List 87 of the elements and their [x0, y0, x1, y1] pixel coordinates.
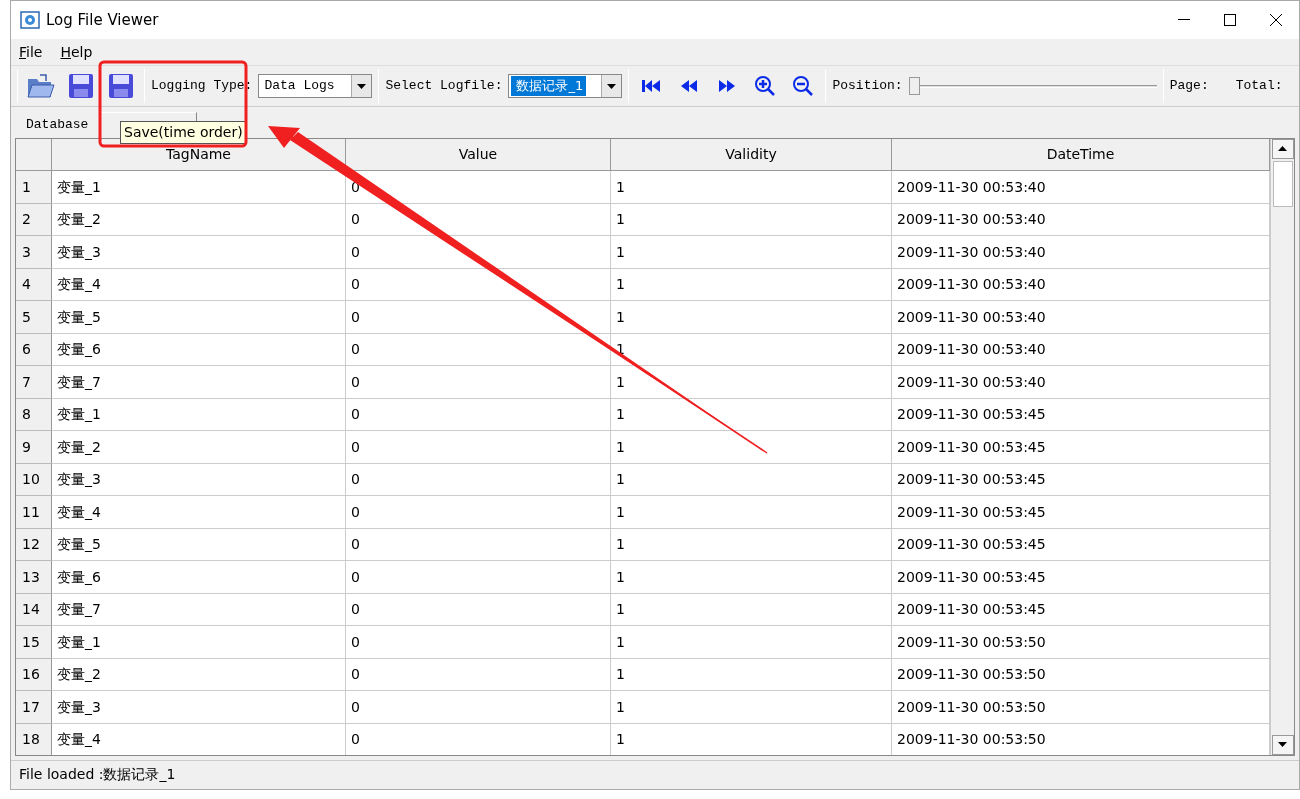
- row-number: 1: [16, 171, 52, 204]
- table-cell: 变量_1: [52, 398, 346, 432]
- select-logfile-label: Select Logfile:: [385, 77, 503, 96]
- table-cell: 2009-11-30 00:53:45: [892, 528, 1270, 562]
- table-cell: 1: [611, 236, 892, 269]
- row-number: 14: [16, 593, 52, 627]
- table-cell: 1: [611, 496, 892, 529]
- table-cell: 1: [611, 203, 892, 237]
- table-cell: 2009-11-30 00:53:50: [892, 658, 1270, 692]
- table-cell: 0: [346, 723, 611, 755]
- row-number: 3: [16, 236, 52, 269]
- table-cell: 2009-11-30 00:53:40: [892, 236, 1270, 269]
- row-number: 10: [16, 463, 52, 497]
- table-cell: 变量_4: [52, 723, 346, 755]
- row-number: 2: [16, 203, 52, 237]
- table-cell: 2009-11-30 00:53:40: [892, 171, 1270, 204]
- table-cell: 0: [346, 463, 611, 497]
- table-cell: 2009-11-30 00:53:40: [892, 301, 1270, 334]
- table-cell: 2009-11-30 00:53:45: [892, 463, 1270, 497]
- page-label: Page:: [1169, 77, 1209, 96]
- window-title: Log File Viewer: [46, 9, 159, 31]
- table-cell: 变量_2: [52, 658, 346, 692]
- table-cell: 1: [611, 301, 892, 334]
- row-number: 13: [16, 561, 52, 594]
- table-cell: 0: [346, 561, 611, 594]
- position-label: Position:: [832, 77, 903, 96]
- row-number: 4: [16, 268, 52, 302]
- table-cell: 2009-11-30 00:53:40: [892, 366, 1270, 399]
- table-cell: 变量_6: [52, 561, 346, 594]
- row-number: 11: [16, 496, 52, 529]
- row-number: 6: [16, 333, 52, 367]
- table-cell: 0: [346, 398, 611, 432]
- row-number: 5: [16, 301, 52, 334]
- row-number: 18: [16, 723, 52, 755]
- table-cell: 1: [611, 463, 892, 497]
- table-cell: 0: [346, 691, 611, 724]
- table-cell: 0: [346, 496, 611, 529]
- table-cell: 0: [346, 626, 611, 659]
- table-cell: 0: [346, 366, 611, 399]
- table-cell: 2009-11-30 00:53:50: [892, 691, 1270, 724]
- table-cell: 2009-11-30 00:53:45: [892, 431, 1270, 464]
- row-number: 16: [16, 658, 52, 692]
- table-cell: 1: [611, 723, 892, 755]
- table-cell: 2009-11-30 00:53:40: [892, 333, 1270, 367]
- table-cell: 变量_3: [52, 236, 346, 269]
- table-cell: 1: [611, 593, 892, 627]
- row-number: 12: [16, 528, 52, 562]
- tooltip: Save(time order): [120, 121, 247, 144]
- row-number: 8: [16, 398, 52, 432]
- table-cell: 2009-11-30 00:53:45: [892, 593, 1270, 627]
- table-cell: 2009-11-30 00:53:45: [892, 398, 1270, 432]
- table-cell: 0: [346, 593, 611, 627]
- table-cell: 1: [611, 658, 892, 692]
- table-cell: 变量_5: [52, 528, 346, 562]
- row-number: 7: [16, 366, 52, 399]
- table-cell: 变量_3: [52, 691, 346, 724]
- table-cell: 2009-11-30 00:53:40: [892, 203, 1270, 237]
- table-cell: 变量_4: [52, 268, 346, 302]
- table-cell: 变量_7: [52, 593, 346, 627]
- table-cell: 变量_7: [52, 366, 346, 399]
- table-cell: 1: [611, 528, 892, 562]
- table-cell: 变量_1: [52, 626, 346, 659]
- table-cell: 变量_3: [52, 463, 346, 497]
- status-text: File loaded :数据记录_1: [19, 765, 176, 785]
- row-number: 17: [16, 691, 52, 724]
- table-cell: 0: [346, 658, 611, 692]
- table-cell: 2009-11-30 00:53:40: [892, 268, 1270, 302]
- table-cell: 变量_5: [52, 301, 346, 334]
- row-number: 9: [16, 431, 52, 464]
- table-cell: 1: [611, 431, 892, 464]
- table-cell: 变量_6: [52, 333, 346, 367]
- table-cell: 0: [346, 528, 611, 562]
- logfile-value: 数据记录_1: [511, 76, 587, 96]
- table-cell: 2009-11-30 00:53:45: [892, 561, 1270, 594]
- table-cell: 变量_4: [52, 496, 346, 529]
- table-cell: 2009-11-30 00:53:50: [892, 626, 1270, 659]
- table-cell: 0: [346, 431, 611, 464]
- table-cell: 1: [611, 691, 892, 724]
- table-cell: 1: [611, 561, 892, 594]
- row-number: 15: [16, 626, 52, 659]
- table-cell: 1: [611, 626, 892, 659]
- total-label: Total:: [1235, 77, 1283, 96]
- table-cell: 变量_2: [52, 203, 346, 237]
- table-cell: 1: [611, 268, 892, 302]
- table-cell: 变量_2: [52, 431, 346, 464]
- table-cell: 1: [611, 171, 892, 204]
- table-cell: 2009-11-30 00:53:45: [892, 496, 1270, 529]
